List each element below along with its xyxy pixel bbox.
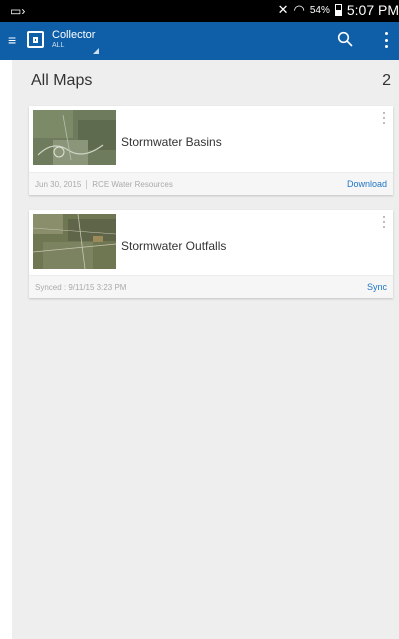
battery-percent: 54% [309,4,330,16]
sync-status: Synced : 9/11/15 3:23 PM [35,283,127,292]
battery-icon [334,4,342,16]
map-date: Jun 30, 2015 [35,180,82,189]
card-menu-icon[interactable] [383,216,386,228]
maps-count: 2 [382,72,391,89]
map-thumbnail[interactable] [33,214,116,269]
clock: 5:07 PM [346,2,399,18]
collector-logo-icon [27,31,44,48]
card-menu-icon[interactable] [383,112,386,124]
app-bar: ≡ Collector ALL [0,22,399,60]
map-thumbnail[interactable] [33,110,116,165]
status-bar: ▭› ✕ ◠ 54% 5:07 PM [0,0,399,22]
card-footer: Synced : 9/11/15 3:23 PM Sync [29,275,393,298]
wifi-icon: ◠ [293,2,305,17]
divider [86,180,88,190]
download-button[interactable]: Download [347,179,387,189]
map-card-stormwater-basins[interactable]: Stormwater Basins Jun 30, 2015 RCE Water … [29,106,393,195]
map-name[interactable]: Stormwater Outfalls [121,239,226,253]
map-card-stormwater-outfalls[interactable]: Stormwater Outfalls Synced : 9/11/15 3:2… [29,210,393,298]
menu-icon[interactable]: ≡ [8,32,16,48]
search-icon[interactable] [337,31,353,47]
dropdown-triangle-icon[interactable] [93,48,99,54]
overflow-menu-icon[interactable] [385,32,389,48]
maps-list-panel: All Maps 2 Stormwater Basins Jun 30, 201… [12,60,399,639]
cast-icon: ▭› [10,4,26,18]
app-title[interactable]: Collector [52,29,95,41]
page-title: All Maps [31,72,93,89]
mute-icon: ✕ [277,2,289,17]
sync-button[interactable]: Sync [367,282,387,292]
map-owner: RCE Water Resources [92,180,173,189]
app-subtitle[interactable]: ALL [52,42,64,49]
card-footer: Jun 30, 2015 RCE Water Resources Download [29,172,393,195]
map-name[interactable]: Stormwater Basins [121,135,222,149]
